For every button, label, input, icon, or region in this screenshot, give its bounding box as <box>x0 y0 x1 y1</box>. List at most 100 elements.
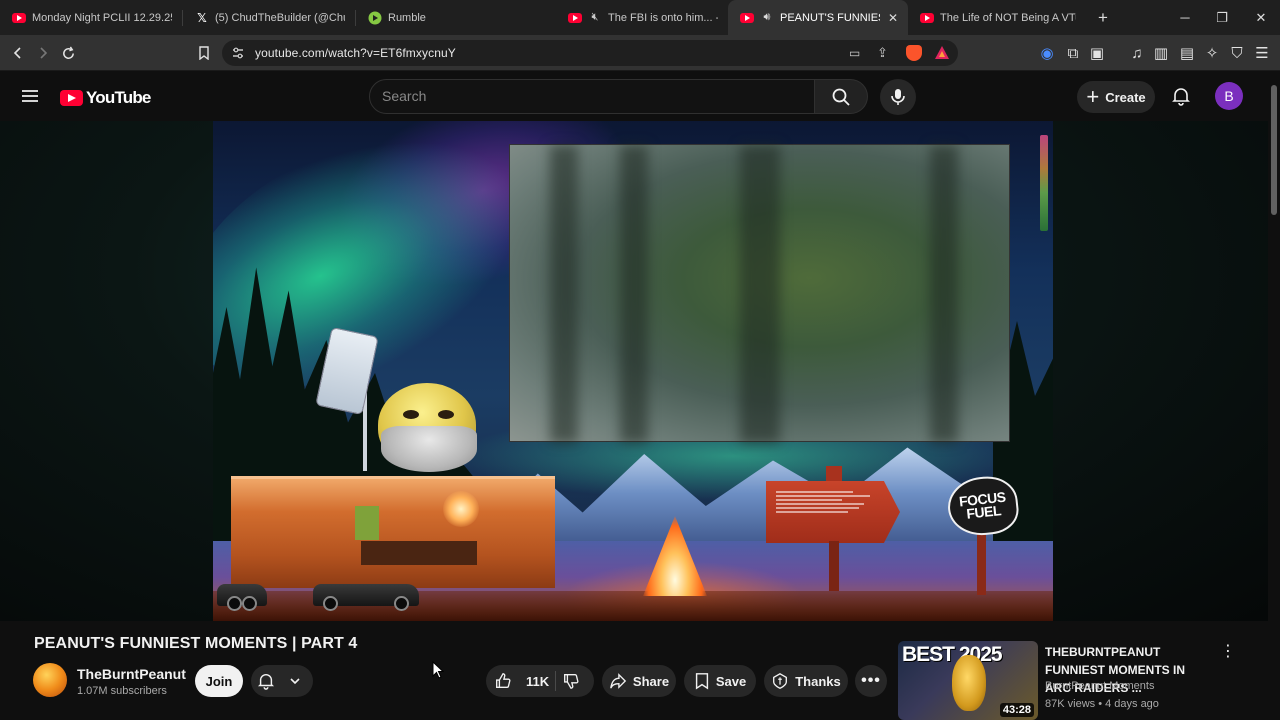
save-button[interactable]: Save <box>684 665 756 697</box>
guide-menu-icon[interactable] <box>20 86 40 111</box>
like-dislike-group: 11K <box>486 665 594 697</box>
new-tab-button[interactable]: + <box>1086 0 1116 35</box>
cast-icon[interactable]: ▭ <box>849 46 860 60</box>
thumbs-down-icon <box>564 674 579 689</box>
youtube-icon <box>568 11 582 25</box>
brave-rewards-icon[interactable] <box>934 45 950 66</box>
thumbs-up-icon <box>496 673 511 688</box>
wallet-icon[interactable]: ▣ <box>1085 41 1109 65</box>
thumbnail-overlay-text: BEST 2025 <box>902 643 1003 666</box>
subscriber-count: 1.07M subscribers <box>77 685 167 697</box>
share-label: Share <box>632 673 670 689</box>
site-info-icon[interactable] <box>231 46 245 65</box>
microphone-icon <box>891 89 905 105</box>
rumble-icon <box>368 11 382 25</box>
video-duration: 43:28 <box>999 703 1034 717</box>
car <box>217 584 267 611</box>
media-icon[interactable]: ♫ <box>1125 41 1149 65</box>
restore-icon[interactable]: ❐ <box>1203 0 1241 35</box>
video-info: PEANUT'S FUNNIEST MOMENTS | PART 4 TheBu… <box>0 621 1268 720</box>
youtube-masthead: YouTube + Create B <box>0 71 1268 121</box>
scene-desk <box>231 476 555 588</box>
more-horizontal-icon: ••• <box>861 672 881 689</box>
suv <box>313 584 419 611</box>
close-tab-icon[interactable]: ✕ <box>888 11 898 25</box>
notifications-bell-icon[interactable] <box>1171 86 1191 111</box>
browser-tab-5-active[interactable]: 🔊︎ PEANUT'S FUNNIEST MC ✕ <box>728 0 908 35</box>
desk-lamp <box>443 491 479 527</box>
join-button[interactable]: Join <box>195 665 243 697</box>
sidebar-icon[interactable]: ▥ <box>1149 41 1173 65</box>
url-text: youtube.com/watch?v=ET6fmxycnuY <box>255 46 456 60</box>
voice-search-button[interactable] <box>880 79 916 115</box>
tab-title: (5) ChudTheBuilder (@ChudThe <box>215 11 345 24</box>
browser-tab-3[interactable]: Rumble <box>356 0 556 35</box>
save-bookmark-icon <box>695 673 708 690</box>
plus-icon: + <box>1086 84 1100 109</box>
extensions-puzzle-icon[interactable]: ⧉ <box>1061 41 1085 65</box>
forward-icon[interactable] <box>31 41 55 65</box>
like-count: 11K <box>526 673 550 689</box>
youtube-logo-text: YouTube <box>86 88 151 107</box>
browser-tab-4[interactable]: 🔇︎ The FBI is onto him... - YouTu <box>556 0 728 35</box>
tab-title: The FBI is onto him... - YouTu <box>608 11 718 24</box>
x-icon: 𝕏 <box>197 10 207 25</box>
window-close-icon[interactable]: ✕ <box>1242 0 1280 35</box>
create-button[interactable]: + Create <box>1077 81 1155 113</box>
thanks-button[interactable]: Thanks <box>764 665 848 697</box>
focus-fuel-text: FOCUS FUEL <box>958 488 1007 522</box>
brave-shields-icon[interactable] <box>906 45 922 61</box>
address-bar[interactable]: youtube.com/watch?v=ET6fmxycnuY ▭ ⇪ <box>222 40 958 66</box>
like-divider <box>555 671 556 691</box>
muted-speaker-icon[interactable]: 🔇︎ <box>588 11 602 25</box>
chevron-down-icon <box>290 678 300 685</box>
youtube-icon <box>920 11 934 25</box>
tab-title: Monday Night PCLII 12.29.25 - P <box>32 11 172 24</box>
recommended-more-vertical-icon[interactable]: ⋮ <box>1220 643 1236 663</box>
browser-menu-icon[interactable]: ☰ <box>1250 41 1274 65</box>
peanut-thumbnail-art <box>952 655 986 711</box>
video-title: PEANUT'S FUNNIEST MOMENTS | PART 4 <box>34 635 358 652</box>
youtube-icon <box>740 11 754 25</box>
audio-meter <box>1040 135 1048 231</box>
chat-sign-lines <box>776 489 886 515</box>
youtube-logo[interactable]: YouTube <box>60 88 151 108</box>
youtube-icon <box>12 11 26 25</box>
page-scrollbar[interactable] <box>1268 71 1280 720</box>
channel-avatar[interactable] <box>33 663 67 697</box>
peanut-beard <box>381 426 477 472</box>
share-button[interactable]: Share <box>602 665 676 697</box>
recommended-video-meta: 87K views • 4 days ago <box>1045 698 1159 710</box>
video-player[interactable]: FOCUS FUEL <box>213 121 1053 621</box>
leo-ai-icon[interactable]: ✧ <box>1200 41 1224 65</box>
recommended-channel-name[interactable]: BurntPeanut Moments <box>1045 680 1154 692</box>
search-box <box>369 79 815 114</box>
reload-icon[interactable] <box>56 41 80 65</box>
search-input[interactable] <box>382 88 802 104</box>
bell-icon <box>257 674 275 690</box>
thanks-label: Thanks <box>795 673 841 689</box>
tab-title: The Life of NOT Being A VTuber <box>940 11 1076 24</box>
search-button[interactable] <box>815 79 868 114</box>
dislike-button[interactable] <box>562 672 586 693</box>
share-icon <box>610 673 627 689</box>
bookmark-icon[interactable] <box>192 41 216 65</box>
browser-tab-1[interactable]: Monday Night PCLII 12.29.25 - P <box>0 0 182 35</box>
notification-settings-button[interactable] <box>251 665 313 697</box>
tab-title: Rumble <box>388 11 426 24</box>
wallet-2-icon[interactable]: ▤ <box>1175 41 1199 65</box>
minimize-icon[interactable]: ─ <box>1166 0 1204 35</box>
like-button[interactable]: 11K <box>486 672 549 690</box>
speaker-icon[interactable]: 🔊︎ <box>760 11 774 25</box>
browser-tab-6[interactable]: The Life of NOT Being A VTuber <box>908 0 1086 35</box>
back-icon[interactable] <box>6 41 30 65</box>
share-page-icon[interactable]: ⇪ <box>877 45 888 61</box>
recommended-video-thumbnail[interactable]: BEST 2025 43:28 <box>898 641 1038 720</box>
vpn-shield-icon[interactable]: ⛉ <box>1225 41 1249 65</box>
account-avatar[interactable]: B <box>1215 82 1243 110</box>
extension-globe-icon[interactable]: ◉ <box>1035 41 1059 65</box>
more-actions-button[interactable]: ••• <box>855 665 887 697</box>
channel-name[interactable]: TheBurntPeanut <box>77 666 186 682</box>
browser-tab-2[interactable]: 𝕏 (5) ChudTheBuilder (@ChudThe <box>183 0 355 35</box>
scrollbar-thumb[interactable] <box>1271 85 1277 215</box>
